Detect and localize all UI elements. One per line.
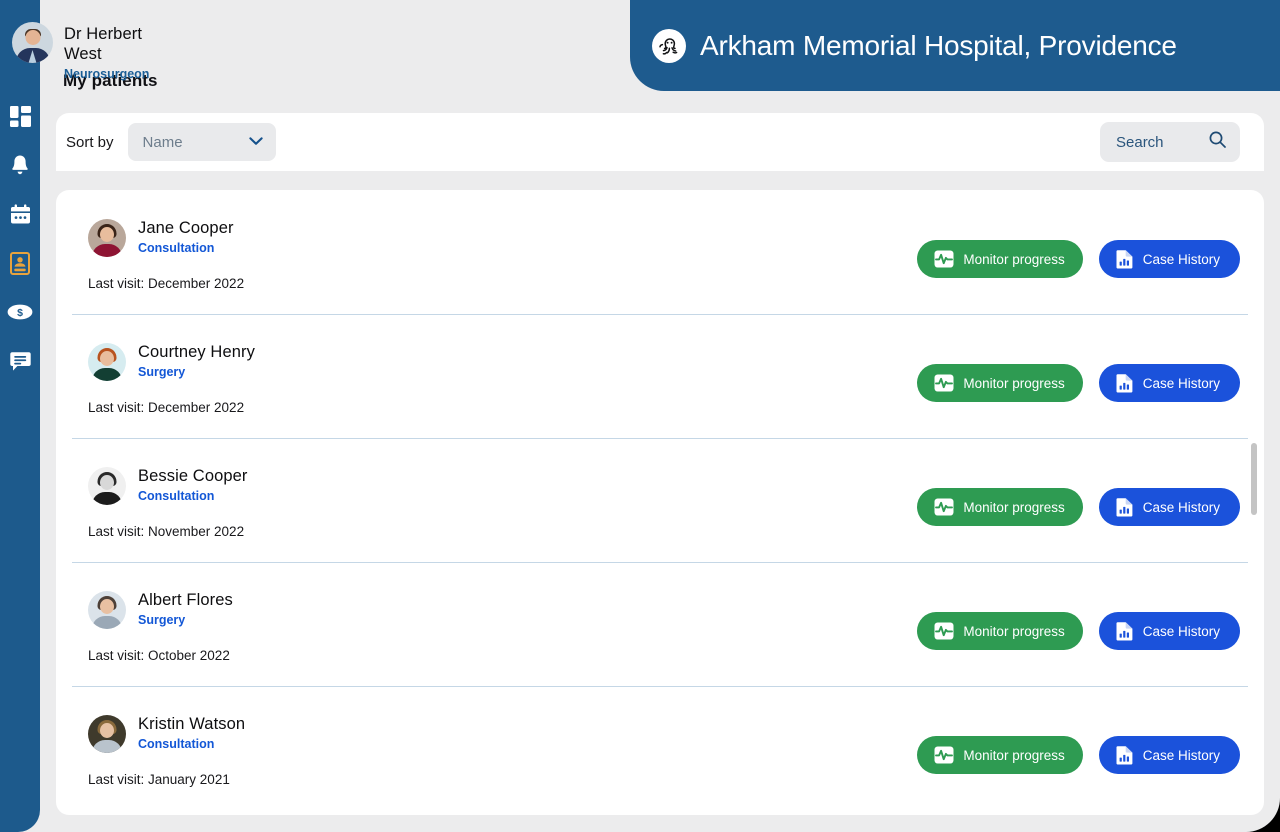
monitor-progress-label: Monitor progress [963, 376, 1064, 391]
patient-last-visit: Last visit: October 2022 [88, 648, 230, 663]
case-history-button[interactable]: Case History [1099, 736, 1240, 774]
patient-last-visit: Last visit: January 2021 [88, 772, 230, 787]
table-row[interactable]: Jane Cooper Consultation Last visit: Decem… [56, 190, 1264, 314]
patient-identity: Courtney Henry Surgery [88, 342, 255, 381]
hospital-name: Arkham Memorial Hospital, Providence [700, 30, 1177, 62]
patient-rows: Jane Cooper Consultation Last visit: Decem… [56, 190, 1264, 810]
bell-notification-icon [10, 154, 30, 176]
row-actions: Monitor progress Case History [917, 612, 1240, 650]
monitor-progress-button[interactable]: Monitor progress [917, 612, 1082, 650]
list-scrollbar-track[interactable] [1251, 198, 1257, 807]
case-history-label: Case History [1143, 624, 1220, 639]
status-badge: Surgery [138, 612, 233, 629]
patient-name: Jane Cooper [138, 218, 234, 238]
case-history-label: Case History [1143, 748, 1220, 763]
status-badge: Consultation [138, 240, 234, 257]
sidebar-item-notifications[interactable] [6, 153, 34, 177]
dollar-billing-icon: $ [7, 304, 33, 320]
sidebar-item-billing[interactable]: $ [6, 300, 34, 324]
svg-text:$: $ [17, 307, 23, 319]
sort-selected-value: Name [143, 134, 183, 151]
case-history-button[interactable]: Case History [1099, 612, 1240, 650]
monitor-progress-label: Monitor progress [963, 252, 1064, 267]
row-actions: Monitor progress Case History [917, 240, 1240, 278]
patient-name: Kristin Watson [138, 714, 245, 734]
left-sidebar: $ [0, 0, 40, 832]
case-history-button[interactable]: Case History [1099, 364, 1240, 402]
status-badge: Consultation [138, 736, 245, 753]
table-row[interactable]: Courtney Henry Surgery Last visit: Decembe… [56, 314, 1264, 438]
sort-dropdown[interactable]: Name [128, 123, 276, 161]
list-toolbar: Sort by Name [56, 113, 1264, 171]
monitor-progress-button[interactable]: Monitor progress [917, 364, 1082, 402]
doctor-role: Neurosurgeon [64, 65, 149, 83]
patient-last-visit: Last visit: November 2022 [88, 524, 244, 539]
case-history-label: Case History [1143, 252, 1220, 267]
chat-messages-icon [10, 351, 31, 372]
avatar[interactable] [88, 219, 126, 257]
case-history-label: Case History [1143, 376, 1220, 391]
patient-identity: Jane Cooper Consultation [88, 218, 234, 257]
doctor-name: Dr Herbert West [64, 24, 149, 64]
avatar[interactable] [88, 343, 126, 381]
case-history-label: Case History [1143, 500, 1220, 515]
doctor-avatar[interactable] [12, 22, 53, 63]
document-chart-icon [1116, 621, 1134, 641]
row-actions: Monitor progress Case History [917, 488, 1240, 526]
document-chart-icon [1116, 249, 1134, 269]
search-icon[interactable] [1209, 131, 1226, 153]
monitor-progress-button[interactable]: Monitor progress [917, 488, 1082, 526]
status-badge: Consultation [138, 488, 248, 505]
avatar[interactable] [88, 591, 126, 629]
document-chart-icon [1116, 745, 1134, 765]
list-scrollbar-thumb[interactable] [1251, 443, 1257, 515]
patient-name: Bessie Cooper [138, 466, 248, 486]
monitor-progress-label: Monitor progress [963, 748, 1064, 763]
document-chart-icon [1116, 497, 1134, 517]
pulse-monitor-icon [934, 746, 954, 764]
table-row[interactable]: Albert Flores Surgery Last visit: October … [56, 562, 1264, 686]
search-box[interactable] [1100, 122, 1240, 162]
avatar[interactable] [88, 467, 126, 505]
row-actions: Monitor progress Case History [917, 364, 1240, 402]
monitor-progress-button[interactable]: Monitor progress [917, 736, 1082, 774]
patient-identity: Albert Flores Surgery [88, 590, 233, 629]
calendar-icon [10, 204, 31, 225]
monitor-progress-button[interactable]: Monitor progress [917, 240, 1082, 278]
case-history-button[interactable]: Case History [1099, 240, 1240, 278]
patient-last-visit: Last visit: December 2022 [88, 400, 244, 415]
status-badge: Surgery [138, 364, 255, 381]
pulse-monitor-icon [934, 250, 954, 268]
sidebar-item-patients[interactable] [6, 251, 34, 275]
patient-last-visit: Last visit: December 2022 [88, 276, 244, 291]
dashboard-grid-icon [10, 106, 31, 127]
app-window: $ [0, 0, 1280, 832]
octopus-icon [652, 29, 686, 63]
sort-by-label: Sort by [66, 134, 114, 151]
id-card-patients-icon [10, 252, 30, 275]
avatar[interactable] [88, 715, 126, 753]
row-actions: Monitor progress Case History [917, 736, 1240, 774]
patient-identity: Bessie Cooper Consultation [88, 466, 248, 505]
table-row[interactable]: Kristin Watson Consultation Last visit: Ja… [56, 686, 1264, 810]
pulse-monitor-icon [934, 374, 954, 392]
sidebar-nav-list: $ [0, 104, 40, 373]
pulse-monitor-icon [934, 498, 954, 516]
patient-name: Albert Flores [138, 590, 233, 610]
chevron-down-icon [249, 133, 263, 151]
patient-list: Jane Cooper Consultation Last visit: Decem… [56, 190, 1264, 815]
hospital-banner: Arkham Memorial Hospital, Providence [630, 0, 1280, 91]
case-history-button[interactable]: Case History [1099, 488, 1240, 526]
sidebar-item-messages[interactable] [6, 349, 34, 373]
patient-name: Courtney Henry [138, 342, 255, 362]
pulse-monitor-icon [934, 622, 954, 640]
sidebar-item-calendar[interactable] [6, 202, 34, 226]
table-row[interactable]: Bessie Cooper Consultation Last visit: Nov… [56, 438, 1264, 562]
monitor-progress-label: Monitor progress [963, 624, 1064, 639]
sidebar-item-dashboard[interactable] [6, 104, 34, 128]
document-chart-icon [1116, 373, 1134, 393]
patient-identity: Kristin Watson Consultation [88, 714, 245, 753]
search-input[interactable] [1116, 134, 1202, 151]
monitor-progress-label: Monitor progress [963, 500, 1064, 515]
